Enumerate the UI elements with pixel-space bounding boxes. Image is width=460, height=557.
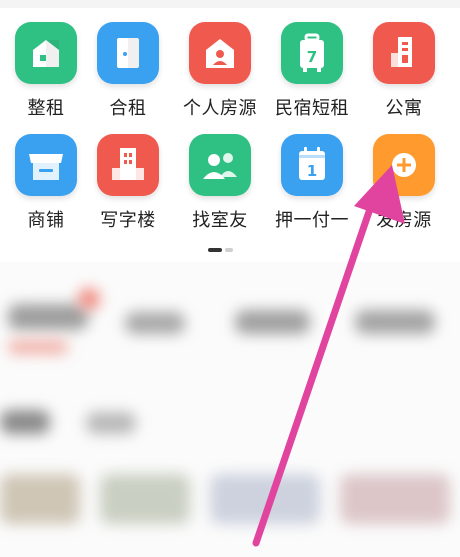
category-personal-listing[interactable]: 个人房源 — [174, 22, 266, 120]
blurred-block — [235, 310, 310, 334]
shop-icon — [15, 134, 77, 196]
category-office[interactable]: 写字楼 — [82, 134, 174, 232]
category-label: 个人房源 — [183, 98, 257, 119]
page-indicator — [0, 248, 460, 254]
blurred-block — [125, 312, 185, 334]
top-divider — [0, 0, 460, 8]
page-dot — [225, 248, 233, 252]
office-building-icon — [97, 134, 159, 196]
category-label: 民宿短租 — [275, 98, 349, 119]
door-icon — [97, 22, 159, 84]
blurred-block — [340, 474, 450, 524]
category-label: 公寓 — [385, 98, 423, 119]
category-label: 写字楼 — [100, 210, 156, 231]
plus-icon — [373, 134, 435, 196]
blurred-block — [0, 474, 80, 524]
house-icon — [15, 22, 77, 84]
blurred-block — [355, 310, 435, 334]
calendar-suitcase-icon: 7 — [281, 22, 343, 84]
person-house-icon — [189, 22, 251, 84]
blurred-block — [8, 340, 68, 354]
category-whole-rent[interactable]: 整租 — [0, 22, 92, 120]
blurred-block — [210, 474, 320, 524]
category-apartment[interactable]: 公寓 — [358, 22, 450, 120]
calendar-day-text: 7 — [307, 48, 317, 66]
category-label: 商铺 — [27, 210, 65, 231]
calendar-one-text: 1 — [307, 162, 317, 180]
category-label: 合租 — [109, 98, 147, 119]
blurred-block — [78, 288, 100, 310]
category-deposit-one-pay-one[interactable]: 1 押一付一 — [266, 134, 358, 232]
category-label: 押一付一 — [275, 210, 349, 231]
category-row-1: 整租 合租 个人房源 7 民宿短租 公寓 — [0, 22, 460, 134]
blurred-block — [100, 474, 190, 524]
blurred-block — [86, 412, 136, 434]
category-shop[interactable]: 商铺 — [0, 134, 92, 232]
category-post-listing[interactable]: 发房源 — [358, 134, 450, 232]
category-short-stay[interactable]: 7 民宿短租 — [266, 22, 358, 120]
page-dot-active — [208, 248, 222, 252]
roommate-icon — [189, 134, 251, 196]
category-find-roommate[interactable]: 找室友 — [174, 134, 266, 232]
category-row-2: 商铺 写字楼 找室友 1 押一付一 发房源 — [0, 134, 460, 246]
category-label: 发房源 — [376, 210, 432, 231]
category-grid: 整租 合租 个人房源 7 民宿短租 公寓 商铺 写字楼 找室友 1 押一付一 发… — [0, 22, 460, 246]
category-shared-rent[interactable]: 合租 — [82, 22, 174, 120]
category-label: 整租 — [27, 98, 65, 119]
blurred-block — [8, 304, 88, 330]
calendar-one-icon: 1 — [281, 134, 343, 196]
apartment-icon — [373, 22, 435, 84]
blurred-block — [0, 410, 50, 434]
category-label: 找室友 — [192, 210, 248, 231]
blurred-content — [0, 262, 460, 557]
